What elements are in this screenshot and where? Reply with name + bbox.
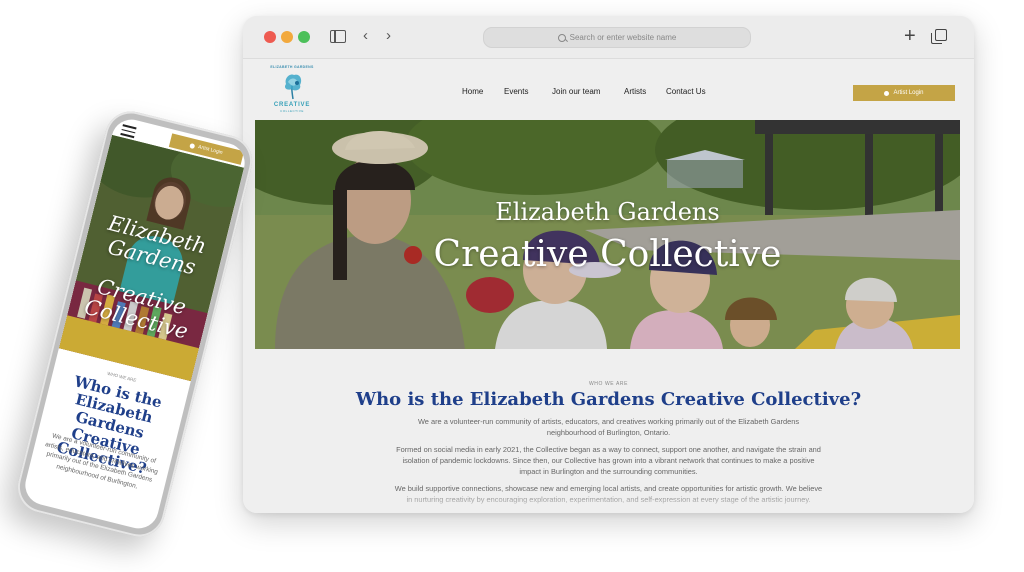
- mobile-hero: Elizabeth Gardens Creative Collective: [58, 134, 245, 382]
- site-logo[interactable]: ELIZABETH GARDENS CREATIVE COLLECTIVE: [270, 65, 314, 115]
- about-paragraph-1: We are a volunteer-run community of arti…: [417, 417, 800, 437]
- hero-title-line1: Elizabeth Gardens: [495, 198, 720, 226]
- nav-item-join-our-team[interactable]: Join our team: [552, 87, 600, 96]
- mobile-artist-login-label: Artist Login: [197, 144, 224, 156]
- nav-item-home[interactable]: Home: [462, 87, 483, 96]
- sidebar-toggle-icon[interactable]: [330, 30, 346, 43]
- close-window-button[interactable]: [264, 31, 276, 43]
- section-eyebrow: WHO WE ARE: [588, 381, 629, 387]
- artist-login-button[interactable]: Artist Login: [853, 85, 955, 101]
- nav-item-contact-us[interactable]: Contact Us: [666, 87, 706, 96]
- artist-login-label: Artist Login: [893, 90, 924, 96]
- tab-overview-icon[interactable]: [931, 29, 947, 44]
- maximize-window-button[interactable]: [298, 31, 310, 43]
- section-title: Who is the Elizabeth Gardens Creative Co…: [355, 389, 862, 410]
- logo-sub-text: COLLECTIVE: [280, 109, 304, 113]
- user-icon: [189, 142, 196, 149]
- mobile-phone: Artist Login Elizabeth Gardens Creative …: [12, 105, 258, 543]
- website-page: ELIZABETH GARDENS CREATIVE COLLECTIVE Ho…: [243, 59, 974, 513]
- logo-top-text: ELIZABETH GARDENS: [270, 65, 314, 69]
- about-paragraph-2: Formed on social media in early 2021, th…: [396, 445, 821, 476]
- address-bar[interactable]: Search or enter website name: [483, 27, 751, 48]
- address-placeholder: Search or enter website name: [569, 33, 677, 42]
- nav-item-artists[interactable]: Artists: [624, 87, 646, 96]
- new-tab-plus-icon[interactable]: +: [904, 26, 916, 46]
- user-icon: [884, 90, 890, 96]
- mobile-screen: Artist Login Elizabeth Gardens Creative …: [21, 115, 249, 533]
- back-arrow-icon[interactable]: ‹: [363, 28, 368, 43]
- browser-toolbar: ‹ › Search or enter website name +: [243, 16, 974, 59]
- desktop-browser-window: ‹ › Search or enter website name + ELIZA…: [243, 16, 974, 513]
- minimize-window-button[interactable]: [281, 31, 293, 43]
- logo-tree-icon: [284, 74, 302, 100]
- hero-banner: Elizabeth Gardens Creative Collective: [255, 120, 960, 349]
- bottom-fade: [243, 489, 974, 513]
- search-icon: [557, 33, 566, 42]
- forward-arrow-icon[interactable]: ›: [386, 28, 391, 43]
- logo-name-text: CREATIVE: [273, 102, 311, 108]
- nav-item-events[interactable]: Events: [504, 87, 528, 96]
- hero-title-line2: Creative Collective: [433, 234, 782, 275]
